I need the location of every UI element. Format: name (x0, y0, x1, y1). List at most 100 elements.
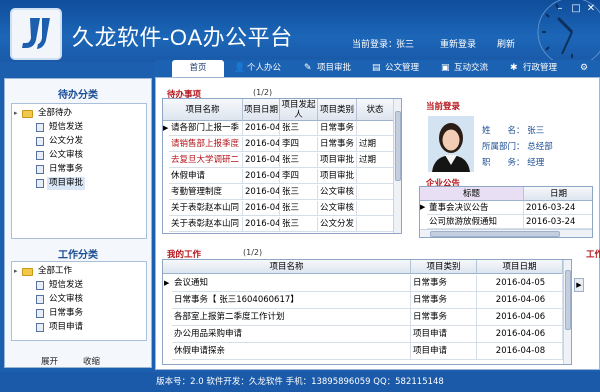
tree-item-sms[interactable]: 短信发送 (36, 279, 85, 292)
pending-cell-date[interactable]: 2016-04 (243, 121, 280, 136)
notice-horizontal-scrollbar[interactable] (420, 229, 592, 237)
pending-cell-person[interactable]: 李四 (280, 169, 318, 184)
tree-root-all-work[interactable]: ▸ 全部工作 (14, 265, 74, 278)
column-header-date[interactable]: 项目日期 (243, 99, 280, 121)
pending-cell-name[interactable]: 请各部门上报一季 (169, 121, 243, 136)
minimize-button[interactable]: – (552, 2, 568, 16)
pending-cell-date[interactable]: 2016-04 (243, 153, 280, 168)
mywork-cell-name[interactable]: 日常事务【 张三1604060617】 (172, 292, 411, 309)
tab-settings[interactable]: ⚙ (580, 60, 589, 77)
column-header-name[interactable]: 项目名称 (163, 99, 243, 121)
mywork-cell-date[interactable]: 2016-04-06 (477, 326, 563, 343)
pending-cell-type[interactable]: 项目审批 (318, 153, 357, 168)
pending-cell-status[interactable] (357, 169, 394, 184)
chat-icon: ▣ (441, 63, 450, 73)
pending-cell-person[interactable]: 张三 (280, 185, 318, 200)
scroll-thumb[interactable] (430, 231, 560, 237)
pending-cell-status[interactable]: 过期 (357, 137, 394, 152)
tab-document-management[interactable]: ▤ 公文管理 (372, 60, 419, 77)
mywork-cell-name[interactable]: 各部室上报第二季度工作计划 (172, 309, 411, 326)
mywork-vertical-scrollbar[interactable] (563, 260, 571, 364)
notice-cell-title[interactable]: 公司旅游放假通知 (427, 215, 524, 229)
mywork-cell-type[interactable]: 日常事务 (411, 309, 477, 326)
collapse-button[interactable]: 收缩 (83, 355, 100, 367)
mywork-cell-type[interactable]: 日常事务 (411, 275, 477, 292)
column-header-name[interactable]: 项目名称 (163, 260, 411, 274)
pending-cell-name[interactable]: 关于表彰赵本山同 (169, 217, 243, 232)
scroll-thumb[interactable] (565, 270, 571, 330)
mywork-cell-name[interactable]: 办公用品采购申请 (172, 326, 411, 343)
column-header-initiator[interactable]: 项目发起人 (280, 99, 318, 121)
tab-personal-office[interactable]: 👤 个人办公 (234, 60, 281, 77)
tab-project-approval[interactable]: ✎ 项目审批 (304, 60, 351, 77)
pending-cell-person[interactable]: 张三 (280, 201, 318, 216)
pending-cell-date[interactable]: 2016-04 (243, 217, 280, 232)
tree-item-project-approval[interactable]: 项目审批 (36, 177, 86, 190)
notice-cell-title[interactable]: 董事会决议公告 (427, 201, 524, 215)
mywork-cell-name[interactable]: 休假申请探亲 (172, 343, 411, 360)
tab-administration[interactable]: ✱ 行政管理 (510, 60, 557, 77)
pending-cell-status[interactable] (357, 201, 394, 216)
panel-nav-arrow-button[interactable]: ▶ (574, 278, 584, 292)
column-header-type[interactable]: 项目类别 (411, 260, 477, 274)
pending-cell-status[interactable] (357, 217, 394, 232)
pending-cell-status[interactable]: 过期 (357, 153, 394, 168)
pending-cell-type[interactable]: 项目审批 (318, 169, 357, 184)
tree-item-daily-affairs[interactable]: 日常事务 (36, 163, 85, 176)
expand-button[interactable]: 展开 (41, 355, 58, 367)
scroll-thumb[interactable] (395, 111, 401, 181)
column-header-date[interactable]: 项目日期 (477, 260, 563, 274)
mywork-cell-date[interactable]: 2016-04-06 (477, 292, 563, 309)
relogin-link[interactable]: 重新登录 (440, 37, 476, 50)
pending-cell-person[interactable]: 张三 (280, 217, 318, 232)
pending-cell-type[interactable]: 日常事务 (318, 121, 357, 136)
pending-cell-date[interactable]: 2016-04 (243, 185, 280, 200)
pending-cell-type[interactable]: 公文审核 (318, 185, 357, 200)
pending-cell-status[interactable] (357, 185, 394, 200)
column-header-status[interactable]: 状态 (357, 99, 394, 121)
tab-label: 项目审批 (317, 63, 352, 73)
notice-cell-date[interactable]: 2016-03-24 (524, 215, 592, 229)
tree-item-sms[interactable]: 短信发送 (36, 121, 85, 134)
pending-cell-type[interactable]: 公文审核 (318, 201, 357, 216)
tree-root-all-todo[interactable]: ▸ 全部待办 (14, 107, 74, 120)
mywork-cell-type[interactable]: 项目申请 (411, 326, 477, 343)
pending-cell-person[interactable]: 张三 (280, 121, 318, 136)
pending-cell-name[interactable]: 请销售部上报季度 (169, 137, 243, 152)
column-header-date[interactable]: 日期 (524, 187, 592, 201)
pending-cell-status[interactable] (357, 121, 394, 136)
collapse-icon[interactable]: ▸ (14, 107, 21, 120)
pending-cell-person[interactable]: 张三 (280, 153, 318, 168)
tab-interaction[interactable]: ▣ 互动交流 (441, 60, 488, 77)
notice-cell-date[interactable]: 2016-03-24 (524, 201, 592, 215)
tree-item-doc-review[interactable]: 公文审核 (36, 149, 85, 162)
pending-vertical-scrollbar[interactable] (393, 99, 401, 233)
tree-item-project-request[interactable]: 项目申请 (36, 321, 85, 334)
mywork-cell-date[interactable]: 2016-04-05 (477, 275, 563, 292)
pending-cell-name[interactable]: 去复旦大学调研二 (169, 153, 243, 168)
refresh-link[interactable]: 刷新 (497, 37, 515, 50)
mywork-cell-name[interactable]: 会议通知 (172, 275, 411, 292)
column-header-type[interactable]: 项目类别 (318, 99, 357, 121)
tab-home[interactable]: 首页 (172, 60, 224, 77)
column-header-title[interactable]: 标题 (420, 187, 524, 201)
maximize-button[interactable]: □ (568, 2, 584, 16)
tree-item-doc-distribute[interactable]: 公文分发 (36, 135, 85, 148)
mywork-cell-type[interactable]: 项目申请 (411, 343, 477, 360)
pending-cell-name[interactable]: 休假申请 (169, 169, 243, 184)
close-button[interactable]: ✕ (583, 2, 599, 16)
pending-cell-name[interactable]: 考勤管理制度 (169, 185, 243, 200)
pending-cell-type[interactable]: 日常事务 (318, 137, 357, 152)
pending-cell-type[interactable]: 公文分发 (318, 217, 357, 232)
pending-cell-person[interactable]: 李四 (280, 137, 318, 152)
collapse-icon[interactable]: ▸ (14, 265, 21, 278)
pending-cell-date[interactable]: 2016-04 (243, 169, 280, 184)
tree-item-daily-affairs[interactable]: 日常事务 (36, 307, 85, 320)
pending-cell-name[interactable]: 关于表彰赵本山同 (169, 201, 243, 216)
mywork-cell-date[interactable]: 2016-04-08 (477, 343, 563, 360)
pending-cell-date[interactable]: 2016-04 (243, 201, 280, 216)
mywork-cell-type[interactable]: 日常事务 (411, 292, 477, 309)
pending-cell-date[interactable]: 2016-04 (243, 137, 280, 152)
tree-item-doc-review[interactable]: 公文审核 (36, 293, 85, 306)
mywork-cell-date[interactable]: 2016-04-06 (477, 309, 563, 326)
